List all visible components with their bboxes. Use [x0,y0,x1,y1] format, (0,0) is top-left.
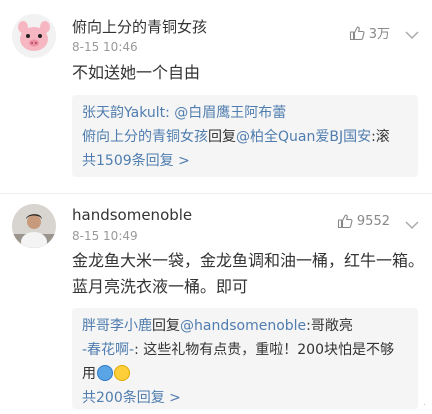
reply-line: 用 [82,362,408,386]
avatar[interactable] [12,204,56,248]
reply-line: 俯向上分的青铜女孩回复@柏全Quan爱BJ国安:滚 [82,125,408,149]
reply-box: 胖哥李小鹿回复@handsomenoble:哥敞亮 -春花啊-: 这些礼物有点贵… [72,308,418,409]
mention-link[interactable]: @handsomenoble [180,318,306,334]
reply-content: :滚 [371,129,390,145]
reply-line: 胖哥李小鹿回复@handsomenoble:哥敞亮 [82,314,408,338]
timestamp: 8-15 10:46 [72,40,138,54]
crying-emoji-icon [97,365,113,381]
comment-1: 俯向上分的青铜女孩 8-15 10:46 3万 不如送她一个自由 张天韵Yaku… [0,0,432,193]
comment-text: 不如送她一个自由 [72,63,201,82]
like-button[interactable]: 3万 [349,23,390,42]
reply-summary-link[interactable]: 共1509条回复 > [82,149,408,173]
reply-author[interactable]: -春花啊- [82,342,134,358]
avatar[interactable] [12,14,56,58]
thumbs-up-icon [337,213,353,229]
mention-link[interactable]: @柏全Quan爱BJ国安 [236,129,371,145]
person-avatar-icon [12,204,56,248]
timestamp: 8-15 10:49 [72,229,138,243]
mention-link[interactable]: @白眉鹰王阿布蕾 [170,105,286,121]
username[interactable]: 俯向上分的青铜女孩 [72,16,207,37]
reply-verb: 回复 [208,129,236,145]
reply-content: :哥敞亮 [306,318,353,334]
reply-content: : 这些礼物有点贵，重啦！200块怕是不够 [134,342,394,358]
reply-content: 用 [82,366,96,382]
reply-box: 张天韵Yakult: @白眉鹰王阿布蕾 俯向上分的青铜女孩回复@柏全Quan爱B… [72,95,418,177]
reply-line: 张天韵Yakult: @白眉鹰王阿布蕾 [82,101,408,125]
thumbs-up-icon [349,25,365,41]
comment-text: 金龙鱼大米一袋，金龙鱼调和油一桶，红牛一箱。 蓝月亮洗衣液一桶。即可 [72,248,425,300]
laughing-emoji-icon [114,365,130,381]
username[interactable]: handsomenoble [72,206,192,224]
chevron-down-icon[interactable] [404,26,420,40]
reply-author[interactable]: 张天韵Yakult: [82,105,170,121]
chevron-down-icon[interactable] [404,216,420,230]
comment-text-line: 蓝月亮洗衣液一桶。即可 [72,277,249,296]
like-count: 9552 [356,213,390,229]
reply-line: -春花啊-: 这些礼物有点贵，重啦！200块怕是不够 [82,338,408,362]
like-button[interactable]: 9552 [337,213,390,229]
pig-avatar-icon [12,14,56,58]
comment-2: handsomenoble 8-15 10:49 9552 金龙鱼大米一袋，金龙… [0,194,432,414]
like-count: 3万 [368,27,390,42]
watermark: · [422,400,426,411]
comment-text-line: 金龙鱼大米一袋，金龙鱼调和油一桶，红牛一箱。 [72,251,425,270]
reply-author[interactable]: 俯向上分的青铜女孩 [82,129,208,145]
reply-summary-link[interactable]: 共200条回复 > [82,386,408,410]
reply-verb: 回复 [152,318,180,334]
reply-author[interactable]: 胖哥李小鹿 [82,318,152,334]
